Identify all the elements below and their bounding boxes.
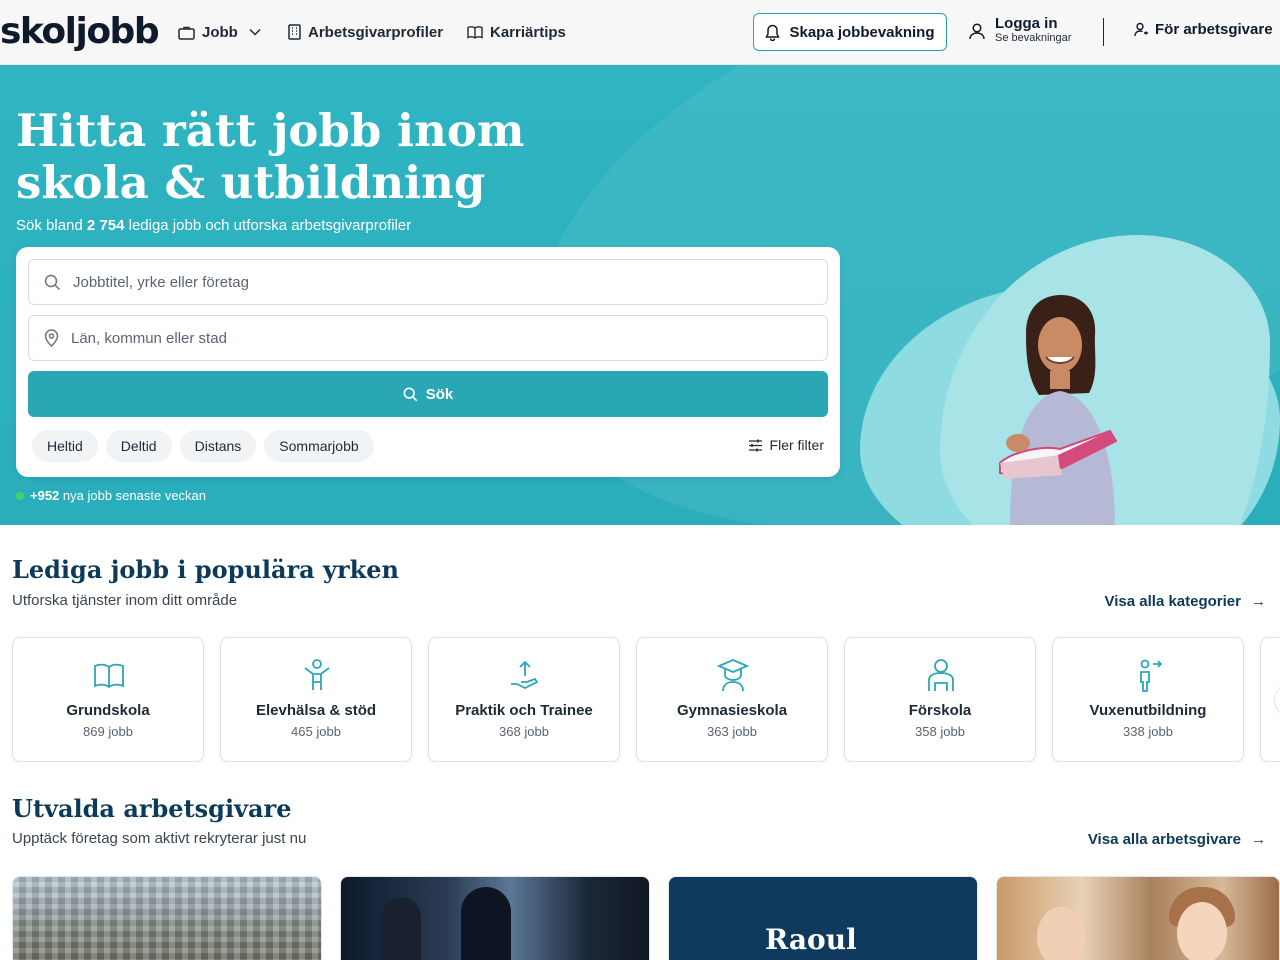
category-count: 358 jobb [915, 724, 965, 739]
category-card-vuxenutbildning[interactable]: Vuxenutbildning 338 jobb [1052, 637, 1244, 762]
employer-logo-text: Raoul [765, 923, 857, 956]
employer-carousel: Raoul [12, 876, 1280, 960]
nav-jobs[interactable]: Jobb [178, 20, 261, 44]
arrow-right-icon: → [1251, 831, 1266, 848]
site-header: skoljobb Jobb Arbetsgivarprofiler Karriä… [0, 0, 1280, 65]
categories-title: Lediga jobb i populära yrken [12, 555, 399, 584]
employer-card-people[interactable] [340, 876, 650, 960]
search-icon [403, 387, 417, 401]
view-all-categories-link[interactable]: Visa alla kategorier → [1105, 593, 1266, 610]
employer-card-raoul[interactable]: Raoul [668, 876, 978, 960]
filter-chips: Heltid Deltid Distans Sommarjobb [32, 430, 374, 462]
create-job-alert-button[interactable]: Skapa jobbevakning [753, 13, 947, 51]
category-card-grundskola[interactable]: Grundskola 869 jobb [12, 637, 204, 762]
keyword-input[interactable] [73, 273, 773, 291]
student-photo-detail [1177, 902, 1227, 960]
hero-title: Hitta rätt jobb inom skola & utbildning [16, 104, 525, 209]
view-all-categories-label: Visa alla kategorier [1104, 593, 1241, 610]
login-title: Logga in [995, 15, 1058, 32]
location-pin-icon [44, 329, 59, 347]
hand-growth-icon [511, 660, 539, 690]
chip-fulltime[interactable]: Heltid [32, 430, 98, 462]
book-icon [94, 663, 124, 689]
adult-learner-icon [1140, 659, 1163, 692]
open-book-icon [467, 26, 483, 39]
employer-card-students[interactable] [996, 876, 1280, 960]
category-name: Praktik och Trainee [455, 702, 593, 719]
employers-subtitle: Upptäck företag som aktivt rekryterar ju… [12, 830, 307, 847]
nav-career-tips[interactable]: Karriärtips [467, 20, 566, 44]
location-field[interactable] [28, 315, 828, 361]
user-icon [969, 23, 985, 40]
briefcase-icon [178, 26, 195, 40]
category-name: Vuxenutbildning [1089, 702, 1207, 719]
nav-jobs-label: Jobb [202, 23, 238, 41]
category-name: Gymnasieskola [676, 702, 788, 719]
category-name: Förskola [908, 702, 972, 719]
total-job-count: 2 754 [86, 217, 125, 234]
bell-icon [765, 24, 781, 41]
view-all-employers-link[interactable]: Visa alla arbetsgivare → [1088, 831, 1266, 848]
chip-remote[interactable]: Distans [179, 430, 257, 462]
building-icon [288, 24, 301, 40]
student-photo-detail [1037, 907, 1085, 960]
for-employers-label: För arbetsgivare [1155, 21, 1273, 38]
category-count: 368 jobb [499, 724, 549, 739]
chip-summerjob[interactable]: Sommarjobb [264, 430, 374, 462]
site-logo[interactable]: skoljobb [0, 10, 160, 54]
status-dot [16, 491, 24, 500]
search-icon [44, 274, 61, 290]
chevron-down-icon [249, 28, 261, 36]
search-card: Sök Heltid Deltid Distans Sommarjobb Fle… [16, 247, 840, 477]
category-name: Elevhälsa & stöd [255, 702, 377, 719]
categories-subtitle: Utforska tjänster inom ditt område [12, 592, 238, 609]
search-button-label: Sök [425, 385, 454, 403]
category-count: 338 jobb [1123, 724, 1173, 739]
more-filters-label: Fler filter [769, 437, 824, 453]
category-count: 465 jobb [291, 724, 341, 739]
category-card-elevhalsa[interactable]: Elevhälsa & stöd 465 jobb [220, 637, 412, 762]
new-jobs-notice: +952 nya jobb senaste veckan [16, 488, 206, 503]
category-name: Grundskola [66, 702, 150, 719]
category-count: 363 jobb [707, 724, 757, 739]
more-filters-button[interactable]: Fler filter [748, 437, 824, 453]
employers-title: Utvalda arbetsgivare [12, 794, 292, 823]
sliders-icon [748, 439, 762, 451]
person-support-icon [304, 659, 330, 690]
chip-parttime[interactable]: Deltid [105, 430, 172, 462]
login-subtitle: Se bevakningar [995, 32, 1072, 44]
nav-career-tips-label: Karriärtips [490, 23, 566, 41]
nav-employer-profiles-label: Arbetsgivarprofiler [308, 23, 444, 41]
search-button[interactable]: Sök [28, 371, 828, 417]
user-key-icon [1134, 22, 1148, 37]
create-job-alert-label: Skapa jobbevakning [789, 23, 935, 41]
hero-person-illustration [999, 295, 1118, 525]
keyword-field[interactable] [28, 259, 828, 305]
hero-section: Hitta rätt jobb inom skola & utbildning … [0, 65, 1280, 525]
category-card-praktik[interactable]: Praktik och Trainee 368 jobb [428, 637, 620, 762]
employer-card-city[interactable] [12, 876, 322, 960]
category-count: 869 jobb [83, 724, 133, 739]
nav-employer-profiles[interactable]: Arbetsgivarprofiler [288, 20, 443, 44]
hero-subtitle: Sök bland 2 754 lediga jobb och utforska… [16, 217, 412, 234]
arrow-right-icon: → [1251, 593, 1266, 610]
category-carousel: Grundskola 869 jobb Elevhälsa & stöd 465… [12, 637, 1280, 762]
child-icon [928, 659, 954, 691]
view-all-employers-label: Visa alla arbetsgivare [1087, 831, 1241, 848]
category-card-gymnasieskola[interactable]: Gymnasieskola 363 jobb [636, 637, 828, 762]
category-card-forskola[interactable]: Förskola 358 jobb [844, 637, 1036, 762]
for-employers-link[interactable]: För arbetsgivare [1134, 21, 1273, 38]
location-input[interactable] [71, 329, 771, 347]
new-jobs-count: +952 [30, 488, 60, 503]
graduate-icon [717, 659, 749, 692]
header-divider [1103, 18, 1104, 46]
login-link[interactable]: Logga in Se bevakningar [968, 16, 1071, 46]
